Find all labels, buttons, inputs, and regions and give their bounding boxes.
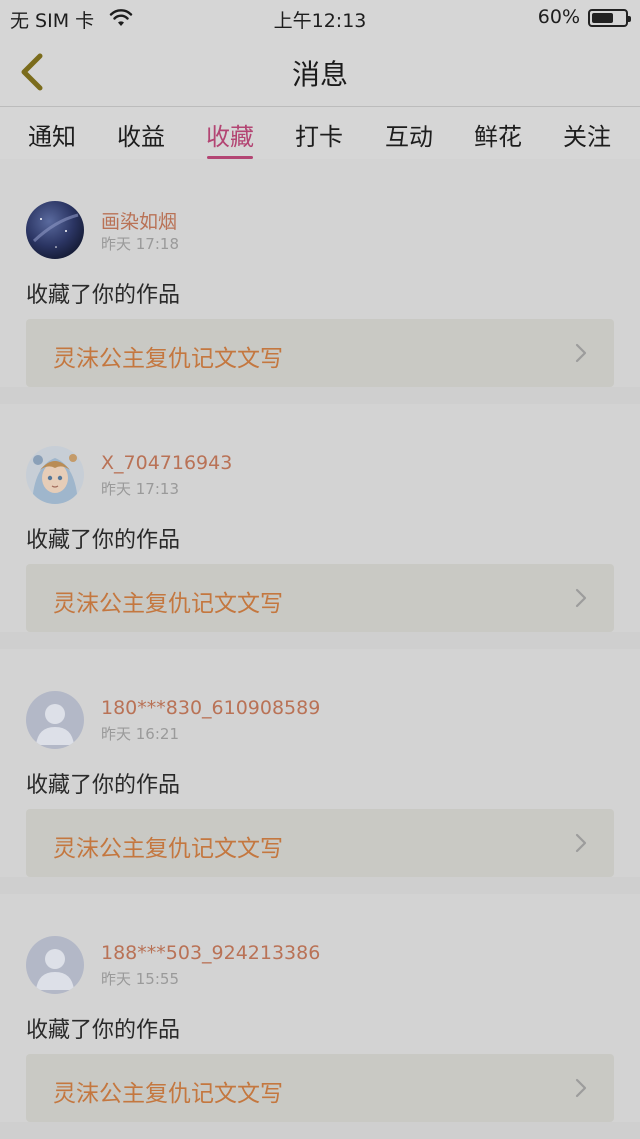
tab-label: 关注 xyxy=(563,123,611,151)
battery-icon xyxy=(588,9,631,27)
tab-notifications[interactable]: 通知 xyxy=(12,117,92,152)
chevron-right-icon xyxy=(575,588,587,608)
message-card: 188***503_924213386 昨天 15:55 收藏了你的作品灵沫公主复仇… xyxy=(0,894,640,1122)
battery-percent: 60% xyxy=(537,6,580,28)
username-link[interactable]: 188***503_924213386 xyxy=(101,942,320,964)
message-card: 180***830_610908589 昨天 16:21 收藏了你的作品灵沫公主复仇… xyxy=(0,649,640,877)
work-link[interactable]: 灵沫公主复仇记文文写 xyxy=(26,319,614,387)
message-text: 收藏了你的作品 xyxy=(26,773,181,798)
tab-favorites[interactable]: 收藏 xyxy=(190,117,270,159)
message-card: X_704716943 昨天 17:13 收藏了你的作品灵沫公主复仇记文文写 xyxy=(0,404,640,632)
username-link[interactable]: 画染如烟 xyxy=(101,207,177,234)
message-text: 收藏了你的作品 xyxy=(26,283,181,308)
message-time: 昨天 15:55 xyxy=(101,970,179,988)
tab-earnings[interactable]: 收益 xyxy=(101,117,181,152)
nav-bar: 消息 xyxy=(0,36,640,107)
default-user-avatar[interactable] xyxy=(26,936,84,994)
tab-label: 鲜花 xyxy=(474,123,522,151)
anime-girl-avatar[interactable] xyxy=(26,446,84,504)
chevron-right-icon xyxy=(575,1078,587,1098)
work-link[interactable]: 灵沫公主复仇记文文写 xyxy=(26,809,614,877)
page-title: 消息 xyxy=(291,58,348,91)
tab-checkin[interactable]: 打卡 xyxy=(279,117,359,152)
message-time: 昨天 16:21 xyxy=(101,725,179,743)
work-title: 灵沫公主复仇记文文写 xyxy=(53,346,283,372)
message-card: 画染如烟 昨天 17:18 收藏了你的作品灵沫公主复仇记文文写 xyxy=(0,159,640,387)
message-text: 收藏了你的作品 xyxy=(26,1018,181,1043)
tab-label: 收藏 xyxy=(206,123,254,151)
tab-flowers[interactable]: 鲜花 xyxy=(458,117,538,152)
tab-interaction[interactable]: 互动 xyxy=(369,117,449,152)
message-time: 昨天 17:18 xyxy=(101,235,179,253)
message-time: 昨天 17:13 xyxy=(101,480,179,498)
tab-bar: 通知 收益 收藏 打卡 互动 鲜花 关注 xyxy=(0,107,640,159)
work-title: 灵沫公主复仇记文文写 xyxy=(53,1081,283,1107)
tab-label: 互动 xyxy=(385,123,433,151)
tab-label: 收益 xyxy=(117,123,165,151)
username-link[interactable]: X_704716943 xyxy=(101,452,232,474)
chevron-right-icon xyxy=(575,833,587,853)
work-link[interactable]: 灵沫公主复仇记文文写 xyxy=(26,564,614,632)
tab-label: 通知 xyxy=(28,123,76,151)
tab-follows[interactable]: 关注 xyxy=(547,117,627,152)
work-title: 灵沫公主复仇记文文写 xyxy=(53,836,283,862)
username-link[interactable]: 180***830_610908589 xyxy=(101,697,320,719)
starry-night-avatar[interactable] xyxy=(26,201,84,259)
work-title: 灵沫公主复仇记文文写 xyxy=(53,591,283,617)
default-user-avatar[interactable] xyxy=(26,691,84,749)
message-text: 收藏了你的作品 xyxy=(26,528,181,553)
status-bar: 无 SIM 卡 上午12:13 60% xyxy=(0,0,640,36)
chevron-right-icon xyxy=(575,343,587,363)
work-link[interactable]: 灵沫公主复仇记文文写 xyxy=(26,1054,614,1122)
tab-label: 打卡 xyxy=(295,123,343,151)
